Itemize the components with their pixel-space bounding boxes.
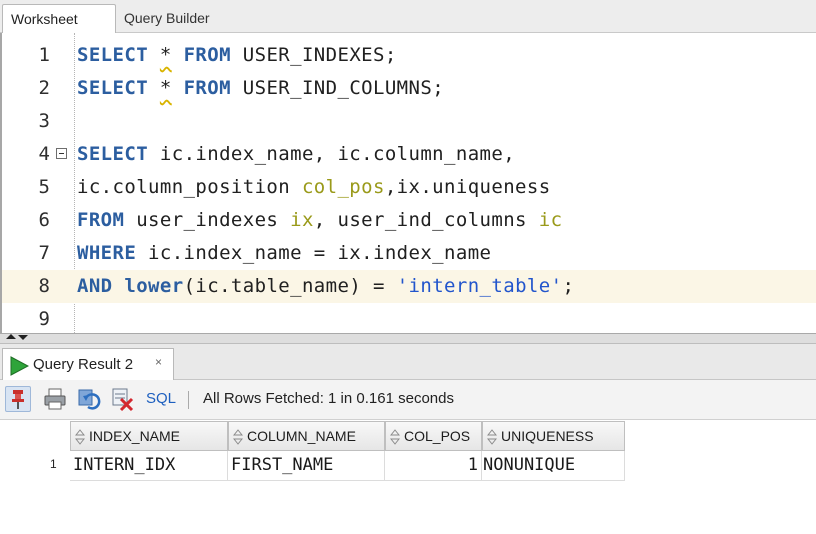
column-header-uniqueness[interactable]: UNIQUENESS [482, 421, 625, 451]
sort-icon [487, 429, 497, 445]
token-str: 'intern_table' [396, 275, 563, 297]
close-icon[interactable]: × [155, 355, 162, 369]
token-fn: lower [124, 275, 184, 297]
code-line[interactable]: 7 WHERE ic.index_name = ix.index_name [2, 237, 816, 270]
result-toolbar: SQL All Rows Fetched: 1 in 0.161 seconds [0, 380, 816, 420]
token-alias: col_pos [301, 176, 385, 198]
token-kw: SELECT [77, 44, 149, 66]
sort-icon [75, 429, 85, 445]
pin-icon [12, 390, 24, 409]
expand-down-icon[interactable] [18, 335, 28, 340]
code-line[interactable]: 2 SELECT * FROM USER_IND_COLUMNS; [2, 72, 816, 105]
column-header-label: UNIQUENESS [501, 428, 594, 444]
token-alias: ic [538, 209, 563, 231]
result-grid: INDEX_NAME COLUMN_NAME COL_POS UNIQUENES… [0, 420, 816, 534]
result-tab-label: Query Result 2 [33, 356, 134, 373]
table-cell-uniqueness[interactable]: NONUNIQUE [482, 451, 625, 481]
code-text: SELECT ic.index_name, ic.column_name, [77, 138, 515, 171]
code-line[interactable]: 1 SELECT * FROM USER_INDEXES; [2, 39, 816, 72]
code-text: SELECT * FROM USER_IND_COLUMNS; [77, 72, 444, 105]
code-text: FROM user_indexes ix, user_ind_columns i… [77, 204, 562, 237]
sort-icon [233, 429, 243, 445]
code-line[interactable]: 4 SELECT ic.index_name, ic.column_name, [2, 138, 816, 171]
line-number: 2 [38, 77, 50, 99]
code-text: WHERE ic.index_name = ix.index_name [77, 237, 491, 270]
tab-query-result[interactable]: Query Result 2 × [2, 348, 174, 380]
print-button[interactable] [42, 386, 68, 412]
token: ; [562, 275, 575, 297]
table-cell-index-name[interactable]: INTERN_IDX [70, 451, 228, 481]
token: (ic.table_name) = [183, 275, 397, 297]
token-kw: AND [77, 275, 113, 297]
column-header-label: INDEX_NAME [89, 428, 181, 444]
code-text: SELECT * FROM USER_INDEXES; [77, 39, 397, 72]
token-kw: SELECT [77, 77, 149, 99]
table-cell-col-pos[interactable]: 1 [385, 451, 482, 481]
sql-editor[interactable]: 1 SELECT * FROM USER_INDEXES; 2 SELECT * FR… [0, 33, 816, 333]
line-number: 6 [38, 209, 50, 231]
line-number: 3 [38, 110, 50, 132]
line-number: 8 [38, 275, 50, 297]
token: user_indexes [124, 209, 291, 231]
token-kw: FROM [183, 77, 231, 99]
refresh-icon [78, 389, 101, 410]
tab-worksheet[interactable]: Worksheet [2, 4, 116, 33]
sql-link[interactable]: SQL [146, 390, 176, 407]
delete-icon [112, 388, 134, 412]
tab-query-builder[interactable]: Query Builder [116, 4, 218, 33]
code-line[interactable]: 6 FROM user_indexes ix, user_ind_columns … [2, 204, 816, 237]
column-header-label: COL_POS [404, 428, 471, 444]
code-line[interactable]: 8 AND lower(ic.table_name) = 'intern_tabl… [2, 270, 816, 303]
token: ic.index_name, ic.column_name, [148, 143, 516, 165]
print-icon [44, 388, 66, 410]
expand-up-icon[interactable] [6, 334, 16, 339]
row-number: 1 [50, 457, 57, 471]
token: ,ix.uniqueness [384, 176, 551, 198]
token: ic.index_name = ix.index_name [136, 242, 492, 264]
token-star: * [159, 44, 172, 66]
token-star: * [159, 77, 172, 99]
run-icon [10, 356, 29, 376]
code-line[interactable]: 9 [2, 303, 816, 333]
token: USER_IND_COLUMNS; [230, 77, 445, 99]
result-tab-bar: Query Result 2 × [0, 344, 816, 380]
fetch-status: All Rows Fetched: 1 in 0.161 seconds [203, 390, 454, 407]
token: , user_ind_columns [313, 209, 539, 231]
line-number: 9 [38, 308, 50, 330]
panel-splitter[interactable] [0, 333, 816, 344]
table-cell-column-name[interactable]: FIRST_NAME [228, 451, 385, 481]
token: USER_INDEXES; [230, 44, 397, 66]
column-header-col-pos[interactable]: COL_POS [385, 421, 482, 451]
token: ic.column_position [77, 176, 302, 198]
line-number: 5 [38, 176, 50, 198]
toolbar-separator [188, 391, 189, 409]
token-kw: WHERE [77, 242, 137, 264]
column-header-label: COLUMN_NAME [247, 428, 356, 444]
token-kw: SELECT [77, 143, 149, 165]
code-text: ic.column_position col_pos,ix.uniqueness [77, 171, 551, 204]
code-line[interactable]: 3 [2, 105, 816, 138]
code-line[interactable]: 5 ic.column_position col_pos,ix.uniquenes… [2, 171, 816, 204]
token-kw: FROM [183, 44, 231, 66]
pin-button[interactable] [5, 386, 31, 412]
sql-developer-window: Worksheet Query Builder 1 SELECT * FROM U… [0, 0, 816, 534]
sort-icon [390, 429, 400, 445]
token-alias: ix [290, 209, 314, 231]
line-number: 7 [38, 242, 50, 264]
column-header-column-name[interactable]: COLUMN_NAME [228, 421, 385, 451]
line-number: 1 [38, 44, 50, 66]
column-header-index-name[interactable]: INDEX_NAME [70, 421, 228, 451]
token-kw: FROM [77, 209, 125, 231]
delete-button[interactable] [110, 386, 136, 412]
refresh-button[interactable] [76, 386, 102, 412]
fold-collapse-icon[interactable] [56, 148, 67, 159]
code-text: AND lower(ic.table_name) = 'intern_table… [77, 270, 574, 303]
line-number: 4 [38, 143, 50, 165]
editor-tab-bar: Worksheet Query Builder [0, 0, 816, 33]
